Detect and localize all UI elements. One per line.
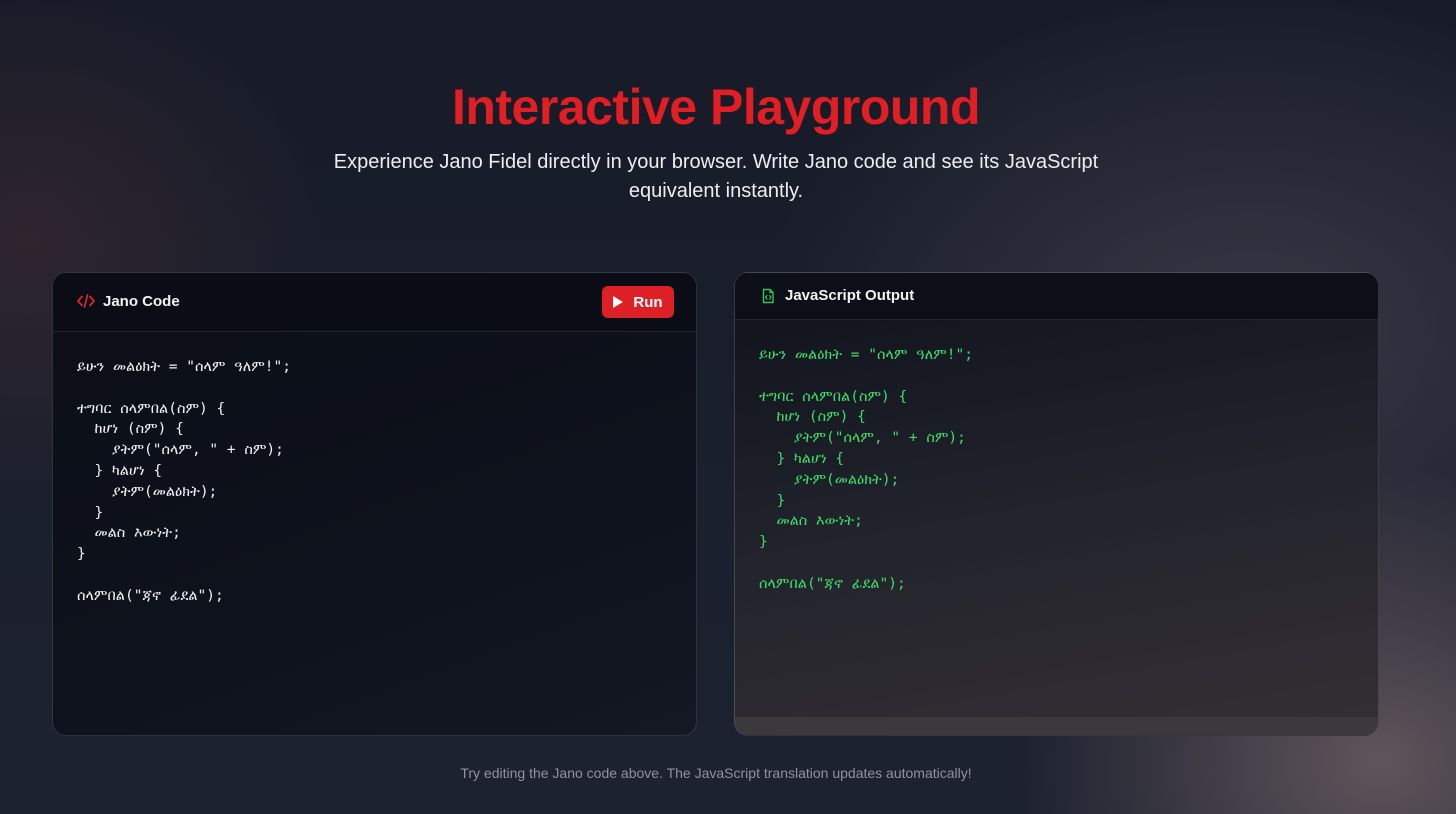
javascript-output-panel: JavaScript Output ይሁን መልዕክት = "ሰላም ዓለም!"…	[734, 272, 1379, 736]
javascript-output-code: ይሁን መልዕክት = "ሰላም ዓለም!"; ተግባር ሰላምበል(ስም) {…	[759, 347, 973, 592]
code-brackets-icon	[77, 292, 95, 310]
editor-header: Jano Code Run	[53, 273, 696, 332]
jano-editor-panel: Jano Code Run ይሁን መልዕክት = "ሰላም ዓለም!"; ተግ…	[52, 272, 697, 736]
jano-code-editor[interactable]: ይሁን መልዕክት = "ሰላም ዓለም!"; ተግባር ሰላምበል(ስም) {…	[77, 357, 676, 715]
editor-title: Jano Code	[103, 293, 180, 310]
play-icon	[613, 296, 624, 308]
output-title: JavaScript Output	[785, 287, 915, 304]
output-header: JavaScript Output	[735, 273, 1378, 320]
footer-note: Try editing the Jano code above. The Jav…	[460, 765, 972, 781]
page-title: Interactive Playground	[451, 79, 981, 135]
run-button[interactable]: Run	[602, 286, 674, 318]
run-button-label: Run	[633, 293, 663, 311]
output-scroll-area	[735, 717, 1378, 735]
file-code-icon	[760, 288, 776, 304]
page-subtitle: Experience Jano Fidel directly in your b…	[333, 151, 1099, 202]
